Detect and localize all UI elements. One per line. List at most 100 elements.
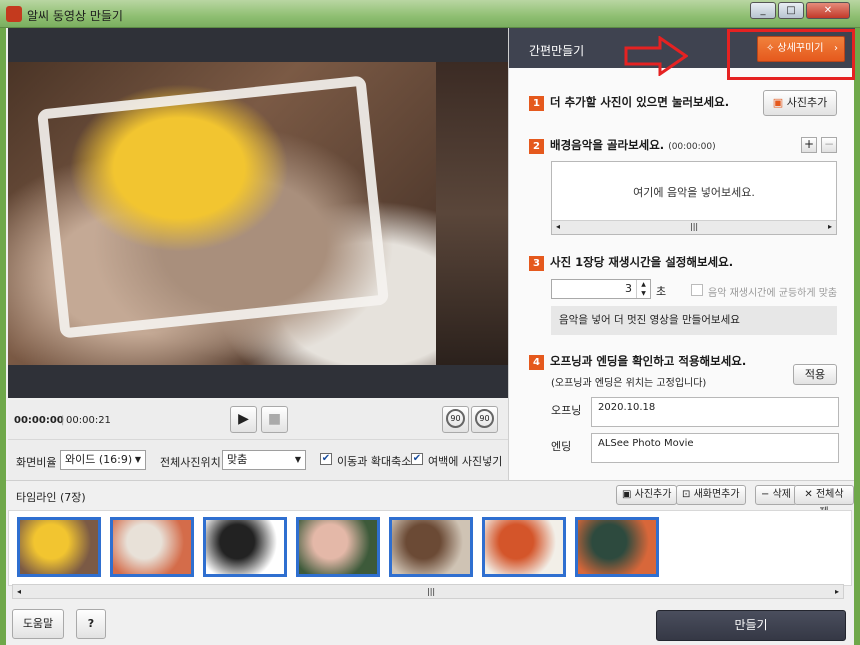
window-controls: _ □ ✕ xyxy=(750,2,850,19)
add-photo-icon: ▣ xyxy=(772,96,784,109)
x-icon: ✕ xyxy=(804,489,813,500)
step3-heading: 3 사진 1장당 재생시간을 설정해보세요. xyxy=(529,254,733,271)
window-title: 알씨 동영상 만들기 xyxy=(27,9,123,23)
music-duration: (00:00:00) xyxy=(668,142,716,152)
timeline-header: 타임라인 (7장) ▣ 사진추가 ⊡ 새화면추가 − 삭제 ✕ 전체삭제 xyxy=(6,480,854,518)
scroll-right-icon[interactable]: ▸ xyxy=(835,587,839,596)
timeline-thumbnail[interactable] xyxy=(203,517,287,577)
photo-position-select[interactable]: 맞춤 ▼ xyxy=(222,450,306,470)
play-button[interactable]: ▶ xyxy=(230,406,257,433)
add-screen-icon: ⊡ xyxy=(682,489,691,500)
timeline-add-photo-button[interactable]: ▣ 사진추가 xyxy=(616,485,678,505)
scroll-grip-icon: ||| xyxy=(690,222,699,231)
maximize-button[interactable]: □ xyxy=(778,2,804,19)
music-hscrollbar[interactable]: ◂ ||| ▸ xyxy=(552,220,836,234)
add-photo-icon: ▣ xyxy=(622,489,632,500)
opening-label: 오프닝 xyxy=(551,404,582,417)
step4-heading: 4 오프닝과 엔딩을 확인하고 적용해보세요. xyxy=(529,353,746,370)
preview-next-photo-edge xyxy=(436,62,508,365)
aspect-ratio-select[interactable]: 와이드 (16:9) ▼ xyxy=(60,450,146,470)
rotate-left-button[interactable]: 90 xyxy=(442,406,469,433)
timeline-area xyxy=(8,510,852,586)
question-button[interactable]: ? xyxy=(76,609,106,639)
aspect-ratio-value: 와이드 (16:9) xyxy=(65,453,133,466)
timeline-thumbnail[interactable] xyxy=(17,517,101,577)
seconds-per-photo-spinner[interactable]: 3 ▲ ▼ xyxy=(551,279,651,299)
photo-position-value: 맞춤 xyxy=(227,453,248,466)
photo-options-bar: 화면비율 와이드 (16:9) ▼ 전체사진위치 맞춤 ▼ ✔ 이동과 확대축소… xyxy=(8,440,508,480)
step2-number: 2 xyxy=(529,139,544,154)
step3-number: 3 xyxy=(529,256,544,271)
current-time: 00:00:00 xyxy=(14,415,64,426)
window-titlebar: 알씨 동영상 만들기 _ □ ✕ xyxy=(0,0,860,28)
make-video-button[interactable]: 만들기 xyxy=(656,610,846,641)
apply-button[interactable]: 적용 xyxy=(793,364,837,385)
preview-photo xyxy=(8,62,436,365)
music-hint: 음악을 넣어 더 멋진 영상을 만들어보세요 xyxy=(551,306,837,335)
food-tray-shape xyxy=(36,75,390,339)
step1-text: 더 추가할 사진이 있으면 눌러보세요. xyxy=(550,95,730,109)
scroll-right-icon[interactable]: ▸ xyxy=(828,222,832,231)
fit-music-label: 음악 재생시간에 균등하게 맞춤 xyxy=(708,288,838,299)
red-arrow-annotation xyxy=(624,36,688,76)
minimize-button[interactable]: _ xyxy=(750,2,776,19)
total-time: 00:00:21 xyxy=(66,415,111,426)
music-drop-area[interactable]: 여기에 음악을 넣어보세요. ◂ ||| ▸ xyxy=(551,161,837,235)
add-music-button[interactable]: + xyxy=(801,137,817,153)
add-new-screen-button[interactable]: ⊡ 새화면추가 xyxy=(676,485,746,505)
fill-margin-checkbox[interactable]: ✔ xyxy=(411,453,423,465)
pan-zoom-label: 이동과 확대축소 xyxy=(337,455,412,468)
seconds-unit: 초 xyxy=(656,285,667,298)
rotate-right-button[interactable]: 90 xyxy=(471,406,498,433)
step3-text: 사진 1장당 재생시간을 설정해보세요. xyxy=(550,255,734,269)
spinner-arrows-icon[interactable]: ▲ ▼ xyxy=(636,280,650,298)
step4-text: 오프닝과 엔딩을 확인하고 적용해보세요. xyxy=(550,354,747,368)
video-preview xyxy=(8,28,508,398)
scroll-left-icon[interactable]: ◂ xyxy=(556,222,560,231)
step1-add-photo-label: 사진추가 xyxy=(786,96,828,109)
time-separator: | xyxy=(61,415,65,426)
stop-button[interactable]: ■ xyxy=(261,406,288,433)
app-icon xyxy=(6,6,22,22)
scroll-left-icon[interactable]: ◂ xyxy=(17,587,21,596)
playback-bar: 00:00:00 | 00:00:21 ▶ ■ 90 90 xyxy=(8,400,508,440)
ending-text-field[interactable]: ALSee Photo Movie xyxy=(591,433,839,463)
step1-heading: 1 더 추가할 사진이 있으면 눌러보세요. xyxy=(529,94,729,111)
delete-button[interactable]: − 삭제 xyxy=(755,485,797,505)
bottom-bar: 도움말 ? 만들기 xyxy=(6,602,854,645)
ending-label: 엔딩 xyxy=(551,440,572,453)
add-new-screen-label: 새화면추가 xyxy=(693,489,740,500)
rotate-left-icon: 90 xyxy=(446,409,465,428)
step1-add-photo-button[interactable]: ▣ 사진추가 xyxy=(763,90,837,116)
timeline-thumbnail[interactable] xyxy=(296,517,380,577)
step4-number: 4 xyxy=(529,355,544,370)
step1-number: 1 xyxy=(529,96,544,111)
timeline-thumbnail[interactable] xyxy=(110,517,194,577)
step2-text: 배경음악을 골라보세요. xyxy=(550,138,665,152)
timeline-thumbnail[interactable] xyxy=(389,517,473,577)
delete-all-button[interactable]: ✕ 전체삭제 xyxy=(794,485,854,518)
delete-label: 삭제 xyxy=(772,489,791,500)
close-button[interactable]: ✕ xyxy=(806,2,850,19)
chevron-down-icon: ▼ xyxy=(134,455,141,464)
fill-margin-label: 여백에 사진넣기 xyxy=(428,455,503,468)
seconds-value: 3 xyxy=(625,282,632,295)
opening-text-field[interactable]: 2020.10.18 xyxy=(591,397,839,427)
help-button[interactable]: 도움말 xyxy=(12,609,64,639)
music-placeholder: 여기에 음악을 넣어보세요. xyxy=(633,186,755,199)
timeline-thumbnail[interactable] xyxy=(575,517,659,577)
timeline-hscrollbar[interactable]: ◂ ||| ▸ xyxy=(12,584,844,599)
preview-top-band xyxy=(8,28,508,62)
step2-heading: 2 배경음악을 골라보세요. (00:00:00) xyxy=(529,137,716,154)
remove-music-button[interactable]: − xyxy=(821,137,837,153)
timeline-thumbnail[interactable] xyxy=(482,517,566,577)
scroll-grip-icon: ||| xyxy=(427,587,436,596)
timeline-add-photo-label: 사진추가 xyxy=(634,489,672,500)
rotate-right-icon: 90 xyxy=(475,409,494,428)
chevron-down-icon: ▼ xyxy=(294,455,301,464)
pan-zoom-checkbox[interactable]: ✔ xyxy=(320,453,332,465)
fit-music-checkbox[interactable] xyxy=(691,284,703,296)
window-client: 00:00:00 | 00:00:21 ▶ ■ 90 90 화면비율 와이드 (… xyxy=(6,28,855,645)
play-icon: ▶ xyxy=(238,411,249,427)
red-highlight-box xyxy=(727,29,855,80)
